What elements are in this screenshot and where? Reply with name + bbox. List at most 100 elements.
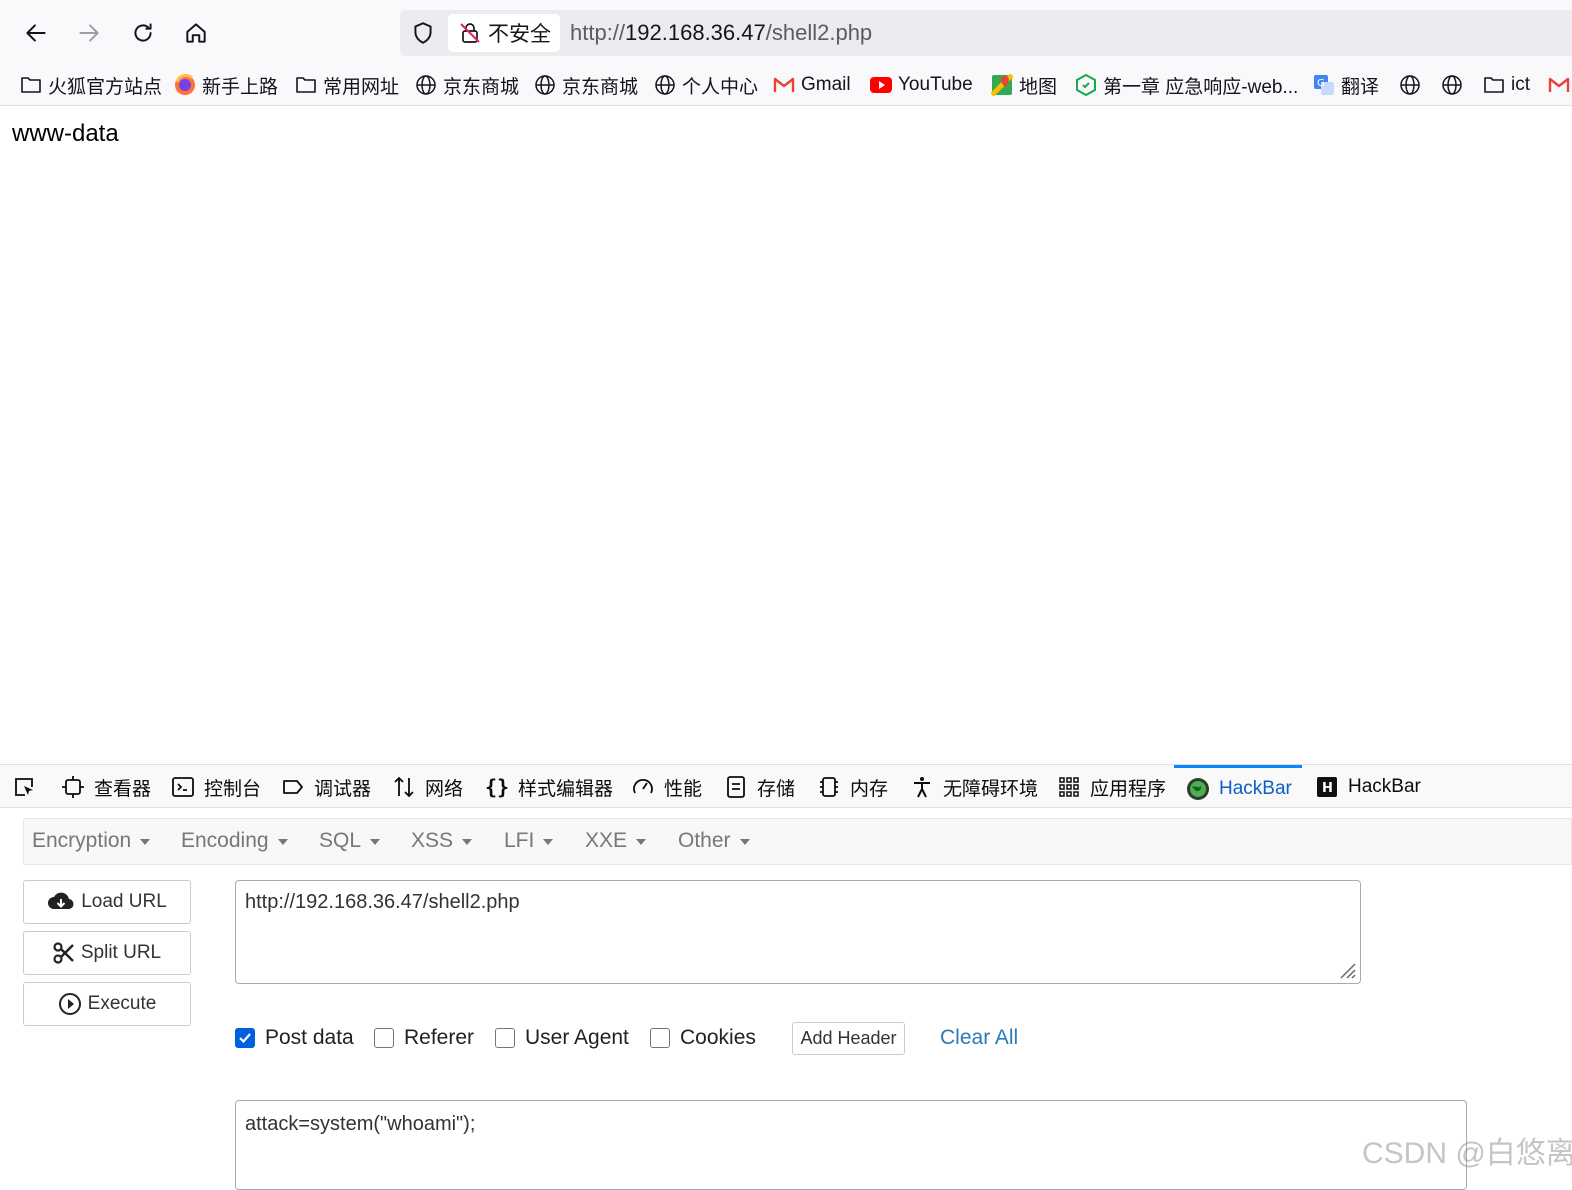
gmail-icon <box>773 74 795 96</box>
tab-label: 样式编辑器 <box>518 778 614 800</box>
referer-checkbox[interactable]: Referer <box>374 1026 474 1050</box>
svg-text:H: H <box>1322 781 1333 796</box>
resize-grip-icon[interactable] <box>1336 959 1356 979</box>
globe-icon <box>1399 74 1421 96</box>
bookmark-item[interactable]: 京东商城 <box>415 72 519 98</box>
tracking-protection-shield-icon[interactable] <box>410 20 436 46</box>
connection-insecure-badge[interactable]: 不安全 <box>448 14 560 52</box>
folder-icon <box>20 74 42 96</box>
caret-down-icon <box>277 839 288 845</box>
bookmark-item[interactable]: 常用网址 <box>295 72 399 98</box>
browser-toolbar: 不安全 http://192.168.36.47/shell2.php <box>0 0 1572 64</box>
tab-performance[interactable]: 性能 <box>631 765 702 809</box>
reload-button[interactable] <box>124 14 162 52</box>
maps-icon <box>991 74 1013 96</box>
folder-icon <box>295 74 317 96</box>
tab-storage[interactable]: 存储 <box>724 765 795 809</box>
memory-icon <box>817 775 841 799</box>
post-data-checkbox[interactable]: Post data <box>235 1026 354 1050</box>
bookmark-label: 个人中心 <box>682 76 759 98</box>
tab-hackbar[interactable]: H HackBar <box>1315 765 1421 809</box>
split-url-button[interactable]: Split URL <box>23 931 191 975</box>
globe-icon <box>534 74 556 96</box>
bookmark-label: 火狐官方站点 <box>48 76 163 98</box>
tab-network[interactable]: 网络 <box>392 765 463 809</box>
tab-console[interactable]: 控制台 <box>171 765 261 809</box>
tab-hackbar-active[interactable]: HackBar <box>1174 765 1302 809</box>
caret-down-icon <box>462 839 473 845</box>
storage-icon <box>724 775 748 799</box>
tab-inspector[interactable]: 查看器 <box>61 765 151 809</box>
caret-down-icon <box>370 839 381 845</box>
tab-memory[interactable]: 内存 <box>817 765 888 809</box>
insecure-label: 不安全 <box>488 23 551 46</box>
menu-lfi[interactable]: LFI <box>504 829 554 853</box>
bookmark-item[interactable]: ict <box>1483 72 1530 98</box>
bookmark-item[interactable] <box>1548 72 1572 98</box>
bookmark-item[interactable]: G 翻译 <box>1313 72 1379 98</box>
caret-down-icon <box>140 839 151 845</box>
execute-button[interactable]: Execute <box>23 982 191 1026</box>
tab-style-editor[interactable]: {} 样式编辑器 <box>485 765 613 809</box>
menu-xxe[interactable]: XXE <box>585 829 647 853</box>
menu-label: SQL <box>319 829 362 852</box>
checkbox-checked-icon <box>235 1028 255 1048</box>
menu-label: Encoding <box>181 829 269 852</box>
bookmark-item[interactable]: 第一章 应急响应-web... <box>1075 72 1298 98</box>
menu-encryption[interactable]: Encryption <box>32 829 151 853</box>
element-picker-icon <box>12 775 36 799</box>
url-textarea[interactable]: http://192.168.36.47/shell2.php <box>235 880 1361 984</box>
load-url-button[interactable]: Load URL <box>23 880 191 924</box>
play-circle-icon <box>58 992 82 1016</box>
accessibility-icon <box>910 775 934 799</box>
checkbox-empty-icon <box>495 1028 515 1048</box>
menu-sql[interactable]: SQL <box>319 829 381 853</box>
checkbox-label: Post data <box>265 1026 354 1049</box>
caret-down-icon <box>636 839 647 845</box>
tab-debugger[interactable]: 调试器 <box>281 765 371 809</box>
devtools-tabbar: 查看器 控制台 调试器 网络 {} 样式编辑器 性能 存储 内存 无障碍环境 应… <box>0 764 1572 808</box>
forward-button[interactable] <box>70 14 108 52</box>
hackbar-panel: Encryption Encoding SQL XSS LFI XXE Othe… <box>0 808 1572 1190</box>
bookmark-item[interactable]: 京东商城 <box>534 72 638 98</box>
menu-encoding[interactable]: Encoding <box>181 829 288 853</box>
arrow-right-icon <box>79 24 99 42</box>
menu-label: Other <box>678 829 731 852</box>
home-button[interactable] <box>177 14 215 52</box>
back-button[interactable] <box>17 14 55 52</box>
bookmark-item[interactable]: YouTube <box>870 72 973 98</box>
user-agent-checkbox[interactable]: User Agent <box>495 1026 629 1050</box>
bookmark-item[interactable] <box>1399 72 1427 98</box>
cloud-download-icon <box>47 891 75 913</box>
bookmark-label: 新手上路 <box>202 76 279 98</box>
element-picker-button[interactable] <box>12 765 45 809</box>
url-text[interactable]: http://192.168.36.47/shell2.php <box>570 20 872 46</box>
bookmark-item[interactable]: 个人中心 <box>654 72 758 98</box>
hexagon-icon <box>1075 74 1097 96</box>
tab-label: 网络 <box>425 778 464 800</box>
post-data-value: attack=system("whoami"); <box>245 1113 476 1135</box>
firefox-icon <box>174 74 196 96</box>
tab-label: 控制台 <box>204 778 262 800</box>
menu-other[interactable]: Other <box>678 829 750 853</box>
bookmark-item[interactable]: 新手上路 <box>174 72 278 98</box>
watermark-text: CSDN @白悠离 <box>1362 1137 1572 1170</box>
clear-all-link[interactable]: Clear All <box>940 1026 1018 1050</box>
tab-application[interactable]: 应用程序 <box>1057 765 1166 809</box>
cookies-checkbox[interactable]: Cookies <box>650 1026 756 1050</box>
bookmark-item[interactable]: Gmail <box>773 72 851 98</box>
menu-xss[interactable]: XSS <box>411 829 473 853</box>
arrow-left-icon <box>26 24 46 42</box>
button-label: Execute <box>87 993 157 1014</box>
bookmark-item[interactable]: 火狐官方站点 <box>20 72 162 98</box>
bookmark-item[interactable] <box>1441 72 1469 98</box>
url-textarea-value: http://192.168.36.47/shell2.php <box>245 891 520 913</box>
page-output-text: www-data <box>12 120 119 147</box>
tab-label: HackBar <box>1219 777 1292 799</box>
url-scheme: http:// <box>570 20 626 45</box>
svg-text:G: G <box>1317 78 1325 89</box>
bookmark-item[interactable]: 地图 <box>991 72 1057 98</box>
post-data-textarea[interactable]: attack=system("whoami"); <box>235 1100 1467 1190</box>
add-header-button[interactable]: Add Header <box>792 1022 905 1055</box>
tab-accessibility[interactable]: 无障碍环境 <box>910 765 1038 809</box>
